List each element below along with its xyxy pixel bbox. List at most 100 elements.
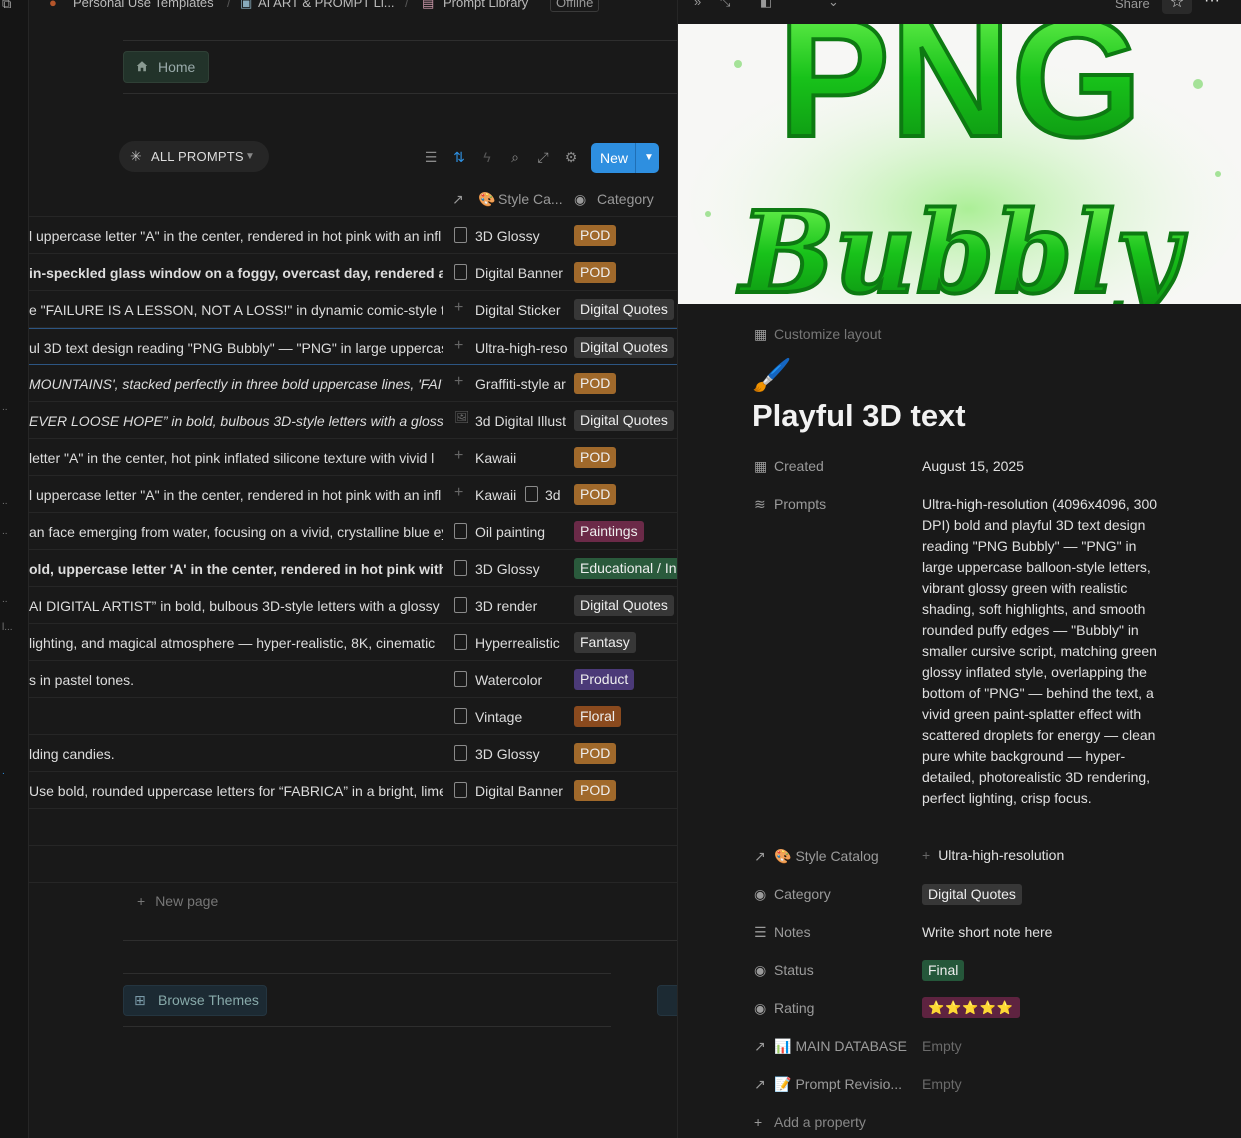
- category-tag[interactable]: Digital Quotes: [574, 337, 674, 358]
- style-cell[interactable]: Kawaii: [475, 450, 567, 466]
- breadcrumb-item[interactable]: Personal Use Templates: [73, 0, 214, 10]
- property-prompts[interactable]: ≋ Prompts: [754, 496, 826, 513]
- table-row[interactable]: lding candies. 3D Glossy POD: [29, 735, 677, 772]
- prompt-cell[interactable]: in-speckled glass window on a foggy, ove…: [29, 265, 443, 281]
- prompts-value[interactable]: Ultra-high-resolution (4096x4096, 300 DP…: [922, 494, 1167, 809]
- page-title[interactable]: Playful 3D text: [752, 398, 966, 434]
- open-as-page-icon[interactable]: ◧: [760, 0, 772, 10]
- customize-layout-button[interactable]: ▦ Customize layout: [754, 326, 881, 343]
- chevron-up-icon[interactable]: ⌃: [802, 0, 813, 10]
- table-row[interactable]: Vintage Floral: [29, 698, 677, 735]
- table-row[interactable]: l uppercase letter "A" in the center, re…: [29, 476, 677, 513]
- property-prompt-revision[interactable]: ↗ 📝 Prompt Revisio...: [754, 1076, 902, 1093]
- filter-icon[interactable]: ☰: [423, 149, 439, 165]
- style-cell[interactable]: Graffiti-style ar: [475, 376, 567, 392]
- category-tag[interactable]: Fantasy: [574, 632, 636, 653]
- property-style-catalog[interactable]: ↗ 🎨 Style Catalog: [754, 848, 879, 865]
- paintbrush-icon[interactable]: 🖌️: [752, 356, 792, 394]
- table-row[interactable]: ul 3D text design reading "PNG Bubbly" —…: [29, 328, 677, 365]
- property-main-database[interactable]: ↗ 📊 MAIN DATABASE: [754, 1038, 907, 1055]
- column-header-style[interactable]: Style Ca...: [498, 191, 563, 207]
- property-created[interactable]: ▦ Created: [754, 458, 824, 475]
- table-row[interactable]: e "FAILURE IS A LESSON, NOT A LOSS!" in …: [29, 291, 677, 328]
- prompt-cell[interactable]: lding candies.: [29, 746, 443, 762]
- category-tag[interactable]: POD: [574, 373, 617, 394]
- prompt-revision-value[interactable]: Empty: [922, 1076, 962, 1092]
- settings-icon[interactable]: ⚙: [563, 149, 579, 165]
- style-cell[interactable]: Digital Sticker: [475, 302, 567, 318]
- add-property-button[interactable]: + Add a property: [754, 1114, 866, 1130]
- prompt-cell[interactable]: old, uppercase letter 'A' in the center,…: [29, 561, 443, 577]
- more-icon[interactable]: ···: [1204, 0, 1220, 10]
- prompt-cell[interactable]: EVER LOOSE HOPE” in bold, bulbous 3D-sty…: [29, 413, 443, 429]
- main-database-value[interactable]: Empty: [922, 1038, 962, 1054]
- category-tag[interactable]: POD: [574, 484, 617, 505]
- automation-icon[interactable]: ϟ: [479, 149, 495, 165]
- style-cell[interactable]: Hyperrealistic: [475, 635, 567, 651]
- style-cell[interactable]: Kawaii: [475, 487, 519, 503]
- prompt-cell[interactable]: Use bold, rounded uppercase letters for …: [29, 783, 443, 799]
- style-cell[interactable]: 3D render: [475, 598, 567, 614]
- table-row[interactable]: EVER LOOSE HOPE” in bold, bulbous 3D-sty…: [29, 402, 677, 439]
- category-tag[interactable]: Educational / In: [574, 558, 677, 579]
- prompt-cell[interactable]: l uppercase letter "A" in the center, re…: [29, 487, 443, 503]
- style-catalog-link[interactable]: Ultra-high-resolution: [938, 847, 1064, 863]
- property-status[interactable]: ◉ Status: [754, 962, 814, 979]
- table-row[interactable]: letter "A" in the center, hot pink infla…: [29, 439, 677, 476]
- expand-icon[interactable]: ⤡: [720, 0, 730, 10]
- table-row[interactable]: l uppercase letter "A" in the center, re…: [29, 217, 677, 254]
- status-badge[interactable]: Final: [922, 960, 965, 981]
- expand-icon[interactable]: ⤢: [535, 149, 551, 165]
- notes-value[interactable]: Write short note here: [922, 924, 1052, 940]
- prompt-cell[interactable]: e "FAILURE IS A LESSON, NOT A LOSS!" in …: [29, 302, 443, 318]
- chevron-down-icon[interactable]: ⌄: [828, 0, 839, 10]
- style-cell[interactable]: 3D Glossy: [475, 746, 567, 762]
- breadcrumb-item[interactable]: AI ART & PROMPT Li...: [258, 0, 395, 10]
- category-tag[interactable]: POD: [574, 743, 617, 764]
- style-cell[interactable]: Oil painting: [475, 524, 567, 540]
- style-cell[interactable]: Digital Banner: [475, 783, 567, 799]
- table-row[interactable]: an face emerging from water, focusing on…: [29, 513, 677, 550]
- rating-stars[interactable]: ⭐⭐⭐⭐⭐: [922, 997, 1020, 1018]
- search-icon[interactable]: ⌕: [507, 149, 523, 165]
- category-tag[interactable]: POD: [574, 447, 617, 468]
- table-row[interactable]: Use bold, rounded uppercase letters for …: [29, 772, 677, 809]
- category-tag[interactable]: Digital Quotes: [574, 595, 674, 616]
- category-tag[interactable]: Digital Quotes: [574, 299, 674, 320]
- category-tag[interactable]: Digital Quotes: [922, 884, 1022, 905]
- table-row[interactable]: in-speckled glass window on a foggy, ove…: [29, 254, 677, 291]
- category-tag[interactable]: Digital Quotes: [574, 410, 674, 431]
- table-row[interactable]: MOUNTAINS', stacked perfectly in three b…: [29, 365, 677, 402]
- breadcrumb-item[interactable]: Prompt Library: [443, 0, 528, 10]
- table-row[interactable]: lighting, and magical atmosphere — hyper…: [29, 624, 677, 661]
- style-cell[interactable]: Vintage: [475, 709, 567, 725]
- prompt-cell[interactable]: lighting, and magical atmosphere — hyper…: [29, 635, 443, 651]
- prompt-cell[interactable]: l uppercase letter "A" in the center, re…: [29, 228, 443, 244]
- style-cell[interactable]: Watercolor: [475, 672, 567, 688]
- view-selector[interactable]: ✳ ALL PROMPTS ▼: [119, 141, 269, 172]
- property-category[interactable]: ◉ Category: [754, 886, 831, 903]
- style-cell[interactable]: 3D Glossy: [475, 561, 567, 577]
- property-rating[interactable]: ◉ Rating: [754, 1000, 814, 1017]
- table-row[interactable]: old, uppercase letter 'A' in the center,…: [29, 550, 677, 587]
- prompt-cell[interactable]: letter "A" in the center, hot pink infla…: [29, 450, 443, 466]
- new-page-icon[interactable]: ⧉: [2, 0, 11, 12]
- sort-icon[interactable]: ⇅: [451, 149, 467, 165]
- category-tag[interactable]: Floral: [574, 706, 622, 727]
- category-tag[interactable]: POD: [574, 225, 617, 246]
- star-icon[interactable]: ☆: [1162, 0, 1192, 14]
- home-button[interactable]: Home: [123, 51, 209, 83]
- table-row[interactable]: AI DIGITAL ARTIST” in bold, bulbous 3D-s…: [29, 587, 677, 624]
- property-notes[interactable]: ☰ Notes: [754, 924, 811, 941]
- prompt-cell[interactable]: AI DIGITAL ARTIST” in bold, bulbous 3D-s…: [29, 598, 443, 614]
- style-cell-secondary[interactable]: 3d: [545, 487, 571, 503]
- new-button[interactable]: New ▼: [591, 143, 659, 173]
- cover-image[interactable]: PNG Bubbly: [678, 24, 1241, 304]
- category-tag[interactable]: POD: [574, 780, 617, 801]
- style-cell[interactable]: Ultra-high-reso: [475, 340, 567, 356]
- category-tag[interactable]: Product: [574, 669, 635, 690]
- style-cell[interactable]: 3d Digital Illust: [475, 413, 567, 429]
- share-button[interactable]: Share: [1115, 0, 1150, 11]
- sidebar-edge[interactable]: ⧉ .. .. .. .. l... .: [0, 0, 29, 1138]
- prompt-cell[interactable]: ul 3D text design reading "PNG Bubbly" —…: [29, 340, 443, 356]
